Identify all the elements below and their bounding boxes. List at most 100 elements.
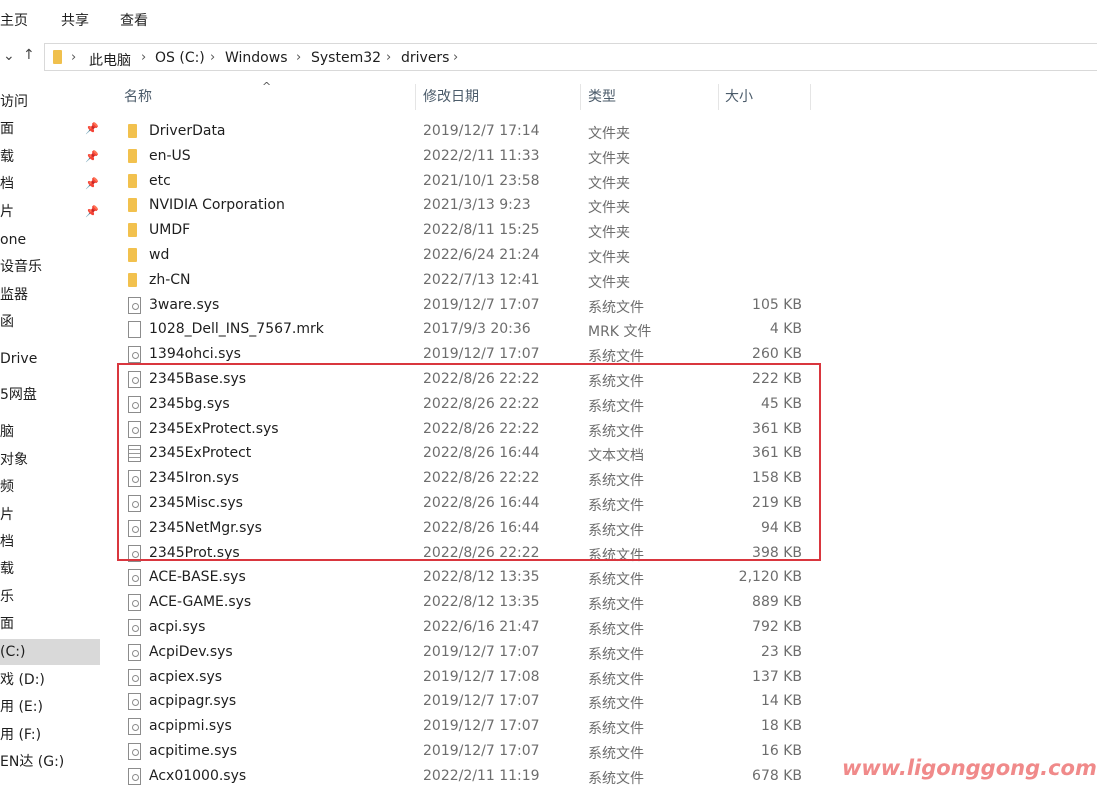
tab-home[interactable]: 主页	[0, 10, 28, 30]
sidebar-item[interactable]: 对象	[0, 447, 100, 473]
file-name: en-US	[149, 147, 191, 164]
file-row[interactable]: acpipagr.sys 2019/12/7 17:07 系统文件 14 KB	[118, 690, 818, 715]
file-row[interactable]: acpiex.sys 2019/12/7 17:08 系统文件 137 KB	[118, 666, 818, 691]
pin-icon[interactable]: 📌	[85, 171, 99, 197]
file-row[interactable]: 2345ExProtect.sys 2022/8/26 22:22 系统文件 361 …	[118, 418, 818, 443]
address-bar[interactable]: › 此电脑 › OS (C:) › Windows › System32 › d…	[44, 43, 1097, 71]
file-date-modified: 2022/2/11 11:33	[423, 147, 540, 164]
sidebar-item[interactable]: 档	[0, 529, 100, 555]
file-size: 361 KB	[752, 445, 802, 462]
file-size: 45 KB	[760, 395, 802, 412]
chevron-right-icon[interactable]: ›	[141, 50, 146, 65]
sidebar-item[interactable]: (C:)	[0, 639, 100, 665]
column-divider[interactable]	[810, 84, 811, 110]
column-header-size[interactable]: 大小	[725, 84, 753, 110]
sidebar-item[interactable]: 用 (F:)	[0, 722, 100, 748]
file-row[interactable]: 2345Misc.sys 2022/8/26 16:44 系统文件 219 KB	[118, 492, 818, 517]
file-name: acpipagr.sys	[149, 693, 237, 710]
column-header-type[interactable]: 类型	[588, 84, 616, 110]
recent-locations-chevron-icon[interactable]: ⌄	[3, 48, 15, 64]
sidebar-item[interactable]: 面 📌	[0, 116, 100, 142]
file-row[interactable]: en-US 2022/2/11 11:33 文件夹	[118, 145, 818, 170]
breadcrumb-system32[interactable]: System32	[311, 50, 381, 66]
navigation-pane: 访问面 📌 载 📌 档 📌 片 📌 one 设音乐 监器函 Drive 5网盘脑对象频片档载乐面 (C:)…	[0, 78, 104, 795]
file-row[interactable]: ACE-GAME.sys 2022/8/12 13:35 系统文件 889 KB	[118, 591, 818, 616]
file-name: 2345ExProtect	[149, 445, 252, 462]
file-row[interactable]: 1028_Dell_INS_7567.mrk 2017/9/3 20:36 MRK …	[118, 318, 818, 343]
file-row[interactable]: DriverData 2019/12/7 17:14 文件夹	[118, 120, 818, 145]
breadcrumb-os-c[interactable]: OS (C:)	[155, 50, 205, 66]
up-arrow-icon[interactable]: ↑	[23, 47, 35, 63]
column-header-name[interactable]: 名称	[124, 84, 152, 110]
file-type: 系统文件	[588, 770, 644, 787]
file-row[interactable]: 2345Iron.sys 2022/8/26 22:22 系统文件 158 KB	[118, 467, 818, 492]
sidebar-item[interactable]: 设音乐	[0, 254, 100, 280]
chevron-right-icon[interactable]: ›	[296, 50, 301, 65]
sidebar-item[interactable]: EN达 (G:)	[0, 749, 100, 775]
sidebar-item[interactable]: 载 📌	[0, 144, 100, 170]
breadcrumb-windows[interactable]: Windows	[225, 50, 288, 66]
file-date-modified: 2022/8/26 22:22	[423, 544, 540, 561]
file-row[interactable]: 2345bg.sys 2022/8/26 22:22 系统文件 45 KB	[118, 393, 818, 418]
chevron-right-icon[interactable]: ›	[210, 50, 215, 65]
sidebar-item[interactable]: 访问	[0, 89, 100, 115]
file-row[interactable]: 2345NetMgr.sys 2022/8/26 16:44 系统文件 94 KB	[118, 517, 818, 542]
file-date-modified: 2019/12/7 17:07	[423, 643, 540, 660]
sidebar-item[interactable]: 脑	[0, 419, 100, 445]
pin-icon[interactable]: 📌	[85, 199, 99, 225]
sidebar-item[interactable]: 函	[0, 309, 100, 335]
sidebar-item[interactable]: one	[0, 227, 100, 253]
file-row[interactable]: UMDF 2022/8/11 15:25 文件夹	[118, 219, 818, 244]
file-row[interactable]: acpi.sys 2022/6/16 21:47 系统文件 792 KB	[118, 616, 818, 641]
file-row[interactable]: zh-CN 2022/7/13 12:41 文件夹	[118, 269, 818, 294]
file-row[interactable]: NVIDIA Corporation 2021/3/13 9:23 文件夹	[118, 194, 818, 219]
file-row[interactable]: 2345Prot.sys 2022/8/26 22:22 系统文件 398 KB	[118, 542, 818, 567]
column-divider[interactable]	[415, 84, 416, 110]
tab-view[interactable]: 查看	[120, 10, 148, 30]
sidebar-item[interactable]: 频	[0, 474, 100, 500]
sidebar-item[interactable]: 片	[0, 502, 100, 528]
sidebar-item[interactable]: 面	[0, 611, 100, 637]
file-type: 系统文件	[588, 646, 644, 663]
sidebar-item[interactable]: 用 (E:)	[0, 694, 100, 720]
file-row[interactable]: acpipmi.sys 2019/12/7 17:07 系统文件 18 KB	[118, 715, 818, 740]
pin-icon[interactable]: 📌	[85, 116, 99, 142]
sys-file-icon	[128, 544, 141, 562]
sidebar-item[interactable]: 监器	[0, 282, 100, 308]
file-date-modified: 2019/12/7 17:07	[423, 743, 540, 759]
pin-icon[interactable]: 📌	[85, 144, 99, 170]
file-row[interactable]: Acx01000.sys 2022/2/11 11:19 系统文件 678 KB	[118, 765, 818, 790]
file-row[interactable]: 1394ohci.sys 2019/12/7 17:07 系统文件 260 KB	[118, 343, 818, 368]
file-row[interactable]: 2345Base.sys 2022/8/26 22:22 系统文件 222 KB	[118, 368, 818, 393]
breadcrumb-drivers[interactable]: drivers	[401, 50, 449, 66]
breadcrumb-this-pc[interactable]: 此电脑	[89, 50, 131, 70]
chevron-right-icon[interactable]: ›	[386, 50, 391, 65]
sidebar-item[interactable]: Drive	[0, 346, 100, 372]
chevron-right-icon[interactable]: ›	[71, 50, 76, 65]
sidebar-item[interactable]: 戏 (D:)	[0, 667, 100, 693]
column-divider[interactable]	[580, 84, 581, 110]
file-row[interactable]: 3ware.sys 2019/12/7 17:07 系统文件 105 KB	[118, 294, 818, 319]
sidebar-item[interactable]: 乐	[0, 584, 100, 610]
file-type: 系统文件	[588, 522, 644, 539]
sidebar-item[interactable]: 档 📌	[0, 171, 100, 197]
file-row[interactable]: acpitime.sys 2019/12/7 17:07 系统文件 16 KB	[118, 740, 818, 765]
file-type: 文件夹	[588, 175, 630, 192]
file-row[interactable]: etc 2021/10/1 23:58 文件夹	[118, 170, 818, 195]
file-size: 105 KB	[752, 296, 802, 313]
sidebar-item[interactable]: 5网盘	[0, 382, 100, 408]
file-row[interactable]: AcpiDev.sys 2019/12/7 17:07 系统文件 23 KB	[118, 641, 818, 666]
sidebar-item[interactable]: 载	[0, 556, 100, 582]
file-row[interactable]: wd 2022/6/24 21:24 文件夹	[118, 244, 818, 269]
file-row[interactable]: ACE-BASE.sys 2022/8/12 13:35 系统文件 2,120 KB	[118, 566, 818, 591]
file-date-modified: 2022/8/26 16:44	[423, 519, 540, 536]
column-divider[interactable]	[718, 84, 719, 110]
folder-icon	[128, 248, 137, 262]
tab-share[interactable]: 共享	[61, 10, 89, 30]
sidebar-item-label: 对象	[0, 452, 28, 468]
chevron-right-icon[interactable]: ›	[453, 50, 458, 65]
column-header-date[interactable]: 修改日期	[423, 84, 479, 110]
sidebar-item-label: 戏 (D:)	[0, 672, 45, 688]
sidebar-item[interactable]: 片 📌	[0, 199, 100, 225]
file-row[interactable]: 2345ExProtect 2022/8/26 16:44 文本文档 361 KB	[118, 442, 818, 467]
